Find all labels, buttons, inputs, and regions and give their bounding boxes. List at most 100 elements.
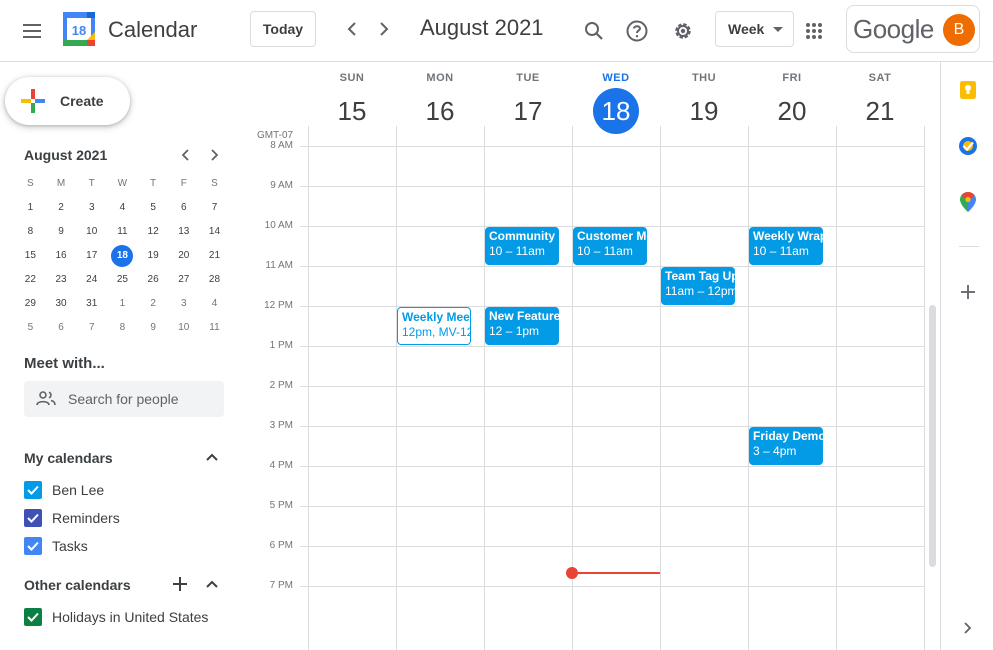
day-column-header[interactable]: WED 18 bbox=[572, 72, 660, 134]
mini-day-cell[interactable]: 2 bbox=[138, 292, 169, 316]
settings-button[interactable] bbox=[664, 12, 702, 50]
mini-day-cell[interactable]: 4 bbox=[107, 196, 138, 220]
mini-day-cell[interactable]: 17 bbox=[76, 244, 107, 268]
mini-day-cell[interactable]: 24 bbox=[76, 268, 107, 292]
mini-day-cell[interactable]: 23 bbox=[46, 268, 77, 292]
today-button[interactable]: Today bbox=[250, 11, 316, 47]
search-people-input[interactable]: Search for people bbox=[24, 381, 224, 417]
calendar-event[interactable]: Friday Demos 3 – 4pm bbox=[749, 427, 823, 465]
previous-week-button[interactable] bbox=[336, 13, 368, 45]
other-calendars-title[interactable]: Other calendars bbox=[24, 577, 131, 593]
day-column-header[interactable]: THU 19 bbox=[660, 72, 748, 134]
mini-day-cell[interactable]: 22 bbox=[15, 268, 46, 292]
mini-day-cell[interactable]: 20 bbox=[168, 244, 199, 268]
account-avatar[interactable]: B bbox=[943, 14, 975, 46]
mini-day-cell[interactable]: 6 bbox=[168, 196, 199, 220]
my-calendars-title[interactable]: My calendars bbox=[24, 450, 113, 466]
calendar-event[interactable]: Community R 10 – 11am bbox=[485, 227, 559, 265]
mini-day-cell[interactable]: 21 bbox=[199, 244, 230, 268]
calendar-name: Tasks bbox=[52, 538, 88, 554]
mini-day-cell[interactable]: 16 bbox=[46, 244, 77, 268]
mini-day-cell[interactable]: 14 bbox=[199, 220, 230, 244]
mini-day-cell[interactable]: 18 bbox=[107, 244, 138, 268]
other-calendars-collapse-button[interactable] bbox=[202, 574, 222, 594]
main-menu-button[interactable] bbox=[14, 13, 50, 49]
hour-gridline bbox=[308, 186, 924, 187]
hide-side-panel-button[interactable] bbox=[956, 616, 980, 640]
calendar-checkbox[interactable] bbox=[24, 537, 42, 555]
calendar-list-item[interactable]: Tasks bbox=[24, 536, 88, 556]
svg-text:18: 18 bbox=[72, 23, 86, 38]
mini-day-number: 17 bbox=[86, 250, 98, 261]
calendar-event[interactable]: Weekly Wrap 10 – 11am bbox=[749, 227, 823, 265]
mini-day-cell[interactable]: 1 bbox=[15, 196, 46, 220]
add-other-calendar-button[interactable] bbox=[170, 574, 190, 594]
calendar-list-item[interactable]: Reminders bbox=[24, 508, 120, 528]
mini-day-cell[interactable]: 28 bbox=[199, 268, 230, 292]
grid-scrollbar[interactable] bbox=[929, 305, 936, 567]
day-of-week-label: MON bbox=[426, 72, 454, 84]
calendar-event[interactable]: New Feature 12 – 1pm bbox=[485, 307, 559, 345]
search-button[interactable] bbox=[575, 12, 613, 50]
mini-day-cell[interactable]: 2 bbox=[46, 196, 77, 220]
calendar-checkbox[interactable] bbox=[24, 509, 42, 527]
day-column-header[interactable]: MON 16 bbox=[396, 72, 484, 134]
create-event-button[interactable]: Create bbox=[5, 77, 130, 125]
mini-day-cell[interactable]: 7 bbox=[76, 316, 107, 340]
mini-day-cell[interactable]: 31 bbox=[76, 292, 107, 316]
mini-day-cell[interactable]: 15 bbox=[15, 244, 46, 268]
mini-day-number: 1 bbox=[119, 298, 126, 309]
mini-day-cell[interactable]: 10 bbox=[76, 220, 107, 244]
calendar-event[interactable]: Customer Me 10 – 11am bbox=[573, 227, 647, 265]
mini-day-number: 6 bbox=[181, 202, 187, 213]
mini-day-cell[interactable]: 9 bbox=[46, 220, 77, 244]
mini-day-cell[interactable]: 29 bbox=[15, 292, 46, 316]
google-apps-button[interactable] bbox=[795, 12, 833, 50]
mini-day-cell[interactable]: 30 bbox=[46, 292, 77, 316]
mini-day-cell[interactable]: 13 bbox=[168, 220, 199, 244]
calendar-logo-icon[interactable]: 18 bbox=[63, 12, 95, 46]
mini-day-cell[interactable]: 5 bbox=[15, 316, 46, 340]
mini-day-cell[interactable]: 19 bbox=[138, 244, 169, 268]
mini-day-cell[interactable]: 3 bbox=[76, 196, 107, 220]
calendar-checkbox[interactable] bbox=[24, 481, 42, 499]
next-week-button[interactable] bbox=[368, 13, 400, 45]
mini-day-cell[interactable]: 8 bbox=[107, 316, 138, 340]
mini-day-cell[interactable]: 8 bbox=[15, 220, 46, 244]
calendar-list-item[interactable]: Ben Lee bbox=[24, 480, 104, 500]
mini-day-cell[interactable]: 26 bbox=[138, 268, 169, 292]
calendar-event[interactable]: Team Tag Up 11am – 12pm bbox=[661, 267, 735, 305]
mini-day-cell[interactable]: 3 bbox=[168, 292, 199, 316]
mini-day-cell[interactable]: 11 bbox=[107, 220, 138, 244]
keep-button[interactable] bbox=[956, 78, 980, 102]
mini-day-cell[interactable]: 5 bbox=[138, 196, 169, 220]
mini-day-cell[interactable]: 1 bbox=[107, 292, 138, 316]
mini-day-cell[interactable]: 10 bbox=[168, 316, 199, 340]
tasks-button[interactable] bbox=[956, 134, 980, 158]
mini-calendar-prev-button[interactable] bbox=[173, 143, 197, 167]
help-button[interactable] bbox=[618, 12, 656, 50]
mini-day-cell[interactable]: 12 bbox=[138, 220, 169, 244]
hour-gridline bbox=[308, 266, 924, 267]
calendar-checkbox[interactable] bbox=[24, 608, 42, 626]
mini-day-cell[interactable]: 27 bbox=[168, 268, 199, 292]
mini-calendar-next-button[interactable] bbox=[203, 143, 227, 167]
mini-day-cell[interactable]: 11 bbox=[199, 316, 230, 340]
calendar-event[interactable]: Weekly Meet 12pm, MV-12 bbox=[397, 307, 471, 345]
mini-day-cell[interactable]: 25 bbox=[107, 268, 138, 292]
day-column-header[interactable]: TUE 17 bbox=[484, 72, 572, 134]
mini-day-cell[interactable]: 9 bbox=[138, 316, 169, 340]
day-column-header[interactable]: SUN 15 bbox=[308, 72, 396, 134]
view-switcher-dropdown[interactable]: Week bbox=[715, 11, 794, 47]
mini-day-cell[interactable]: 7 bbox=[199, 196, 230, 220]
my-calendars-collapse-button[interactable] bbox=[202, 447, 222, 467]
day-column-header[interactable]: FRI 20 bbox=[748, 72, 836, 134]
calendar-list-item[interactable]: Holidays in United States bbox=[24, 607, 208, 627]
mini-day-cell[interactable]: 6 bbox=[46, 316, 77, 340]
mini-day-number: 21 bbox=[208, 250, 221, 261]
day-column-header[interactable]: SAT 21 bbox=[836, 72, 924, 134]
maps-button[interactable] bbox=[956, 190, 980, 214]
hour-label: 5 PM bbox=[269, 500, 293, 511]
get-addons-button[interactable] bbox=[956, 280, 980, 304]
mini-day-cell[interactable]: 4 bbox=[199, 292, 230, 316]
